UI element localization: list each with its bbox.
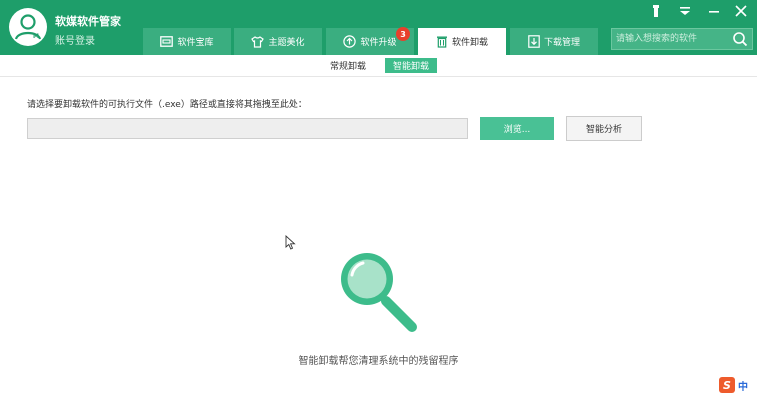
account-login-link[interactable]: 账号登录 [55, 32, 95, 47]
avatar[interactable]: M [9, 8, 47, 46]
upgrade-icon [343, 35, 357, 48]
instruction-text: 请选择要卸载软件的可执行文件（.exe）路径或直接将其拖拽至此处： [27, 100, 307, 110]
search-input[interactable] [612, 29, 730, 49]
app-title: 软媒软件管家 [55, 15, 121, 28]
subtab-normal-uninstall[interactable]: 常规卸载 [326, 58, 370, 73]
tab-uninstall[interactable]: 软件卸载 [418, 28, 506, 55]
app-window: M 软媒软件管家 账号登录 软件宝库 主题美化 软件升级 3 软件卸载 下载管理… [0, 0, 757, 400]
shirt-icon [251, 35, 265, 48]
exe-path-input[interactable] [27, 118, 468, 139]
close-icon[interactable] [730, 2, 752, 20]
update-count-badge: 3 [396, 27, 410, 41]
menu-icon[interactable] [674, 2, 696, 20]
tab-label: 软件升级 [360, 38, 397, 48]
sogou-logo-icon: S [719, 377, 735, 393]
download-icon [528, 35, 540, 48]
pin-icon[interactable] [645, 2, 667, 20]
ime-mode-label: 中 [738, 381, 748, 393]
user-icon: M [10, 9, 46, 45]
tab-label: 软件宝库 [177, 38, 214, 48]
tab-label: 主题美化 [268, 38, 305, 48]
search-icon[interactable] [732, 31, 748, 47]
browse-button[interactable]: 浏览... [480, 117, 554, 140]
ime-indicator[interactable]: S 中 [719, 375, 755, 395]
search-box [611, 28, 753, 50]
tab-label: 软件卸载 [451, 38, 488, 48]
subtab-bar: 常规卸载 智能卸载 [0, 55, 757, 77]
magnifier-icon [334, 248, 424, 336]
mouse-cursor-icon [285, 234, 296, 254]
trash-icon [436, 36, 447, 48]
tab-download[interactable]: 下载管理 [510, 28, 598, 55]
empty-state-text: 智能卸载帮您清理系统中的残留程序 [298, 356, 459, 367]
smart-analyze-button[interactable]: 智能分析 [566, 116, 642, 141]
svg-text:M: M [33, 33, 39, 40]
tab-label: 下载管理 [543, 38, 580, 48]
tab-software-store[interactable]: 软件宝库 [143, 28, 231, 55]
store-icon [160, 36, 174, 47]
subtab-smart-uninstall[interactable]: 智能卸载 [385, 58, 437, 73]
tab-upgrade[interactable]: 软件升级 3 [326, 27, 414, 55]
header-bar: M 软媒软件管家 账号登录 软件宝库 主题美化 软件升级 3 软件卸载 下载管理… [0, 0, 757, 55]
tab-theme[interactable]: 主题美化 [234, 28, 322, 55]
minimize-icon[interactable] [703, 2, 725, 20]
